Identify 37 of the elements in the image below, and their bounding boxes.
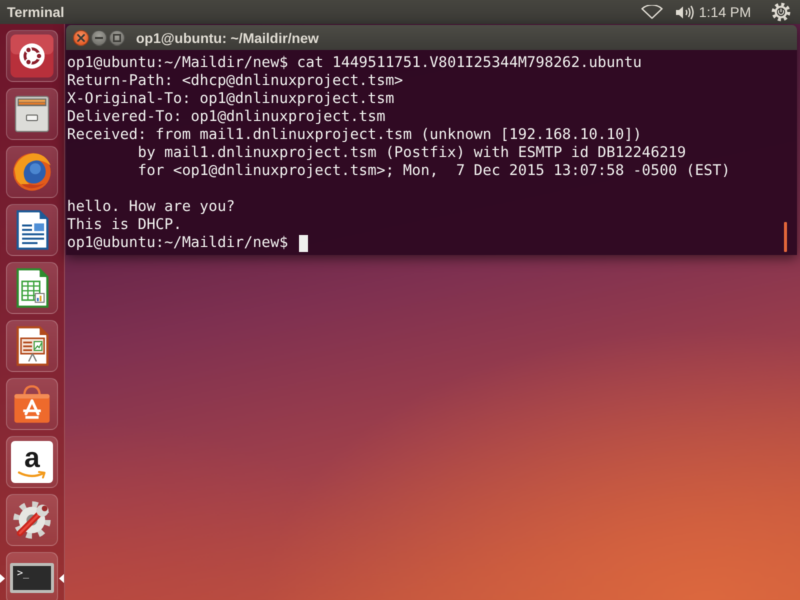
terminal-line: hello. How are you? [67, 198, 236, 216]
terminal-line: Received: from mail1.dnlinuxproject.tsm (unknown [192.168.10.10]) [67, 126, 643, 144]
gear-icon[interactable] [771, 2, 791, 22]
shell-prompt: op1@ubuntu:~/Maildir/new$ [67, 234, 288, 252]
launcher-button[interactable] [6, 88, 58, 140]
clock[interactable]: 1:14 PM [698, 4, 751, 20]
terminal-line: by mail1.dnlinuxproject.tsm (Postfix) with ESMTP id DB12246219 [136, 144, 687, 162]
smile-arrow-icon [17, 471, 47, 479]
terminal-line: X-Original-To: op1@dnlinuxproject.tsm [67, 90, 396, 108]
terminal-line: op1@ubuntu:~/Maildir/new$ cat 1449511751.V801I25344M798262.ubuntu [67, 54, 643, 72]
launcher-button[interactable] [6, 262, 58, 314]
app-name: Terminal [7, 4, 64, 20]
launcher-button[interactable] [6, 320, 58, 372]
logo-letter: a [24, 445, 40, 471]
launcher-button[interactable] [6, 204, 58, 256]
close-icon [77, 34, 85, 42]
terminal-line: for <op1@dnlinuxproject.tsm>; Mon, 7 Dec 2015 13:07:58 -0500 (EST) [136, 162, 732, 180]
maximize-icon [113, 34, 121, 42]
volume-icon[interactable] [674, 4, 694, 20]
terminal-screen-icon: >_ [10, 563, 54, 593]
launcher-button[interactable]: a [6, 436, 58, 488]
window-title: op1@ubuntu: ~/Maildir/new [136, 30, 319, 46]
maximize-button[interactable] [109, 30, 125, 46]
minimize-icon [95, 36, 103, 38]
close-button[interactable] [73, 30, 89, 46]
launcher-button[interactable] [6, 494, 58, 546]
terminal-line: This is DHCP. [67, 216, 183, 234]
launcher-button[interactable] [6, 146, 58, 198]
launcher-button[interactable]: >_ [6, 552, 58, 600]
ring-logo-icon [10, 34, 54, 78]
scrollbar-thumb[interactable] [784, 222, 787, 252]
minimize-button[interactable] [91, 30, 107, 46]
terminal-line: Delivered-To: op1@dnlinuxproject.tsm [67, 108, 386, 126]
launcher-button[interactable] [6, 378, 58, 430]
wifi-icon[interactable] [640, 5, 663, 19]
terminal-line: Return-Path: <dhcp@dnlinuxproject.tsm> [67, 72, 404, 90]
launcher-button[interactable] [6, 30, 58, 82]
